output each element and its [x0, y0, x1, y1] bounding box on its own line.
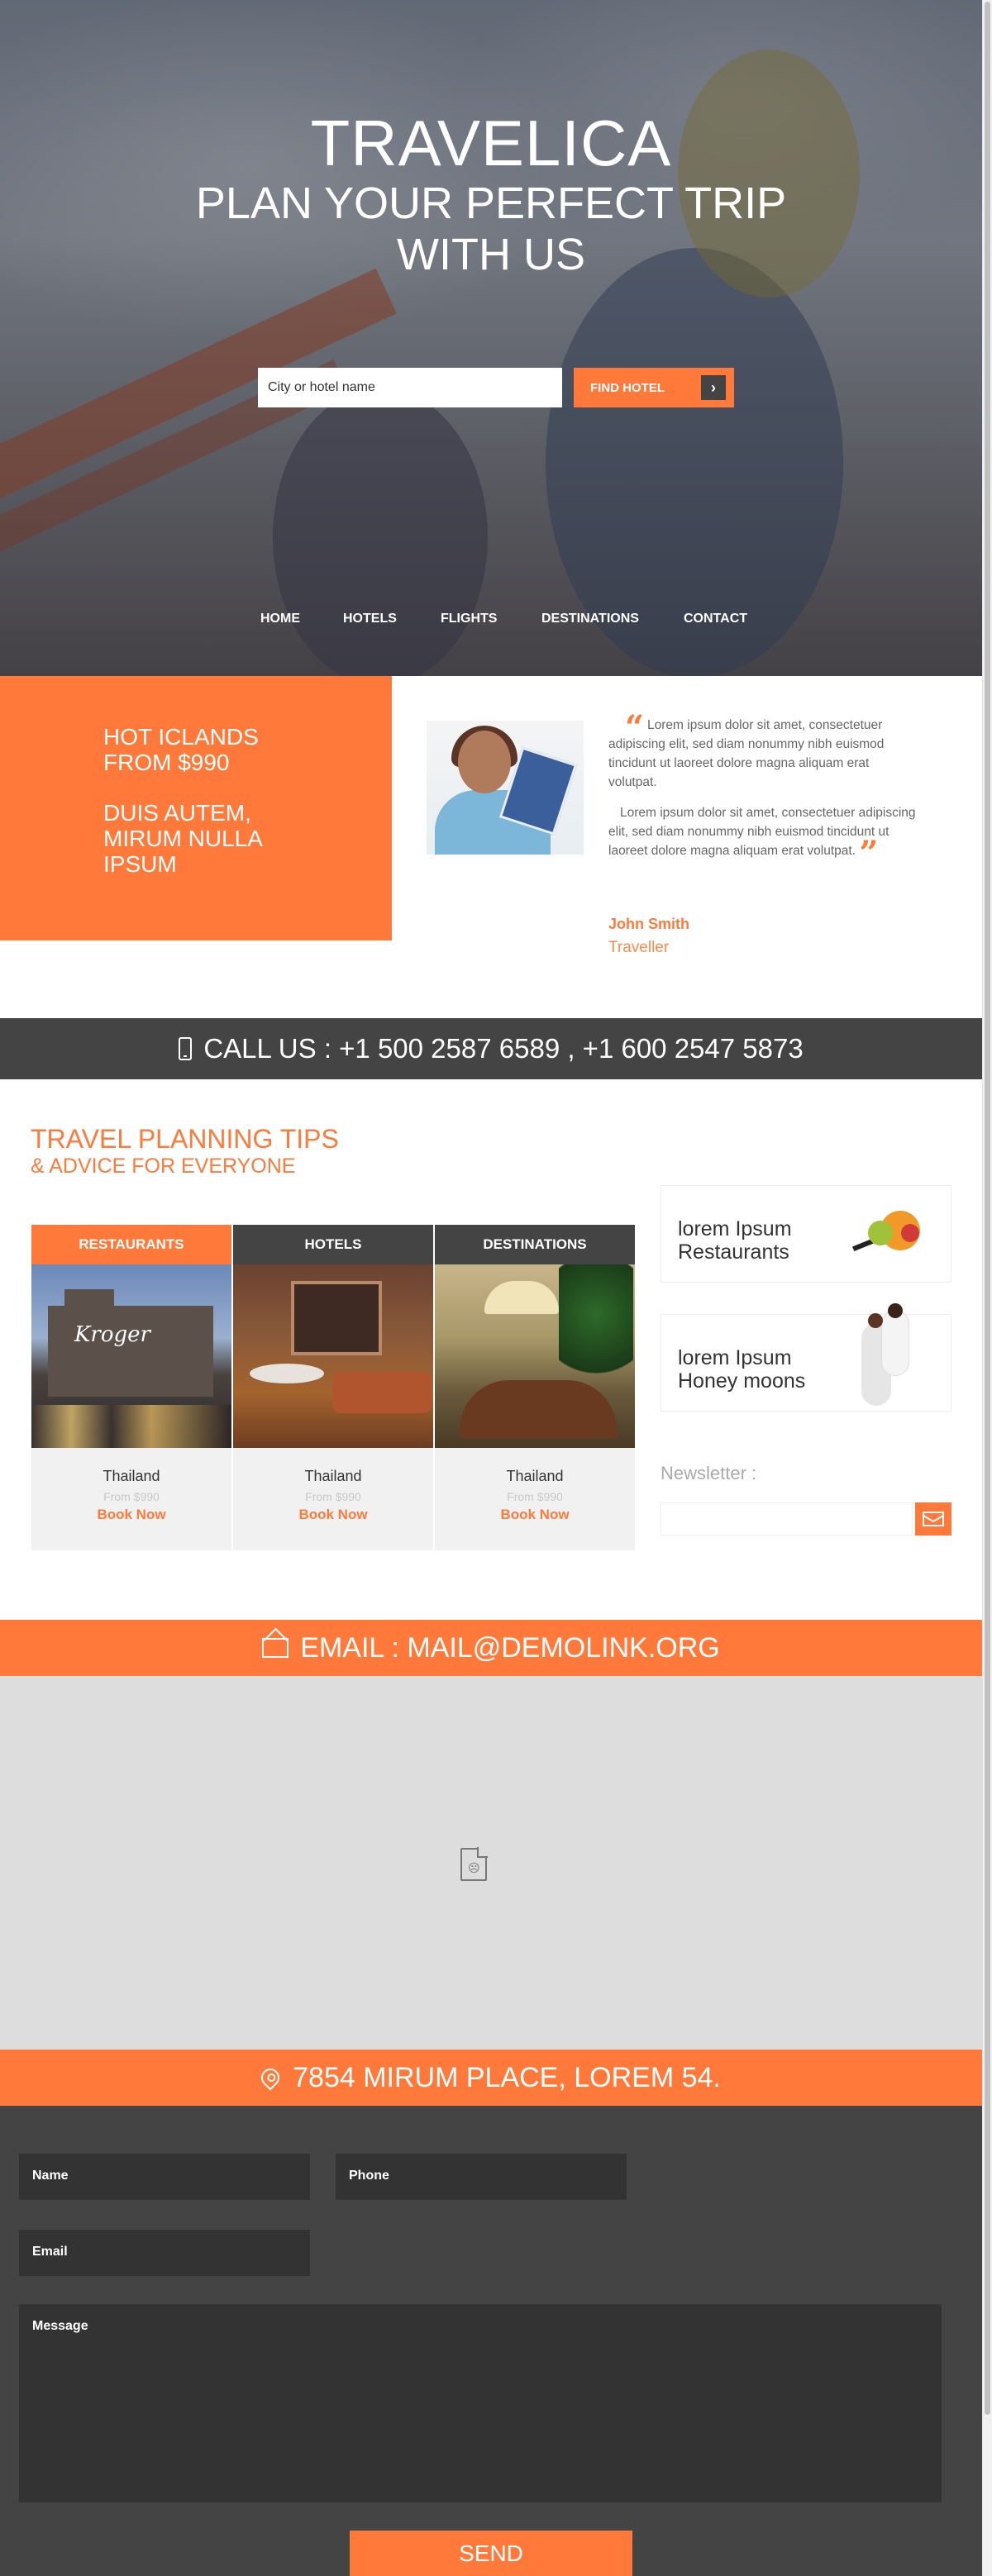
nav-contact[interactable]: CONTACT [684, 612, 747, 626]
map-pin-icon [257, 2064, 284, 2091]
testimonial-author: John Smith [608, 916, 689, 932]
card-price: From $990 [507, 1490, 563, 1503]
card-place: Thailand [304, 1468, 362, 1484]
sidebar-box-label: lorem Ipsum Honey moons [678, 1346, 806, 1393]
couple-image [853, 1303, 919, 1414]
tips-subtitle: & ADVICE FOR EVERYONE [31, 1155, 296, 1178]
call-us-text: CALL US : +1 500 2587 6589 , +1 600 2547… [203, 1033, 804, 1064]
address-bar: 7854 MIRUM PLACE, LOREM 54. [0, 2050, 982, 2106]
promo-offer-panel: HOT ICLANDS FROM $990 DUIS AUTEM, MIRUM … [0, 676, 392, 940]
book-now-link[interactable]: Book Now [233, 1507, 433, 1523]
newsletter-label: Newsletter : [661, 1463, 757, 1483]
email-bar: EMAIL : MAIL@DEMOLINK.ORG [0, 1620, 982, 1676]
card-place: Thailand [103, 1468, 160, 1484]
open-envelope-icon [262, 1638, 289, 1658]
quote-close-icon: ” [859, 834, 879, 873]
phone-field[interactable]: Phone [336, 2154, 627, 2200]
tab-hotels[interactable]: HOTELS [233, 1225, 433, 1264]
scrollbar-thumb[interactable] [985, 2, 990, 2415]
offer-line-2: DUIS AUTEM, MIRUM NULLA IPSUM [103, 800, 262, 877]
nav-hotels[interactable]: HOTELS [343, 612, 397, 626]
phone-icon [179, 1037, 193, 1060]
find-hotel-label: FIND HOTEL [590, 380, 665, 395]
sidebar-restaurants-box[interactable]: lorem Ipsum Restaurants [661, 1185, 951, 1283]
broken-document-icon: ☹ [460, 1847, 488, 1881]
offer-line-1: HOT ICLANDS FROM $990 [103, 724, 259, 775]
address-text: 7854 MIRUM PLACE, LOREM 54. [293, 2061, 721, 2093]
nav-flights[interactable]: FLIGHTS [441, 612, 497, 626]
nav-destinations[interactable]: DESTINATIONS [541, 612, 639, 626]
nav-home[interactable]: HOME [260, 612, 300, 626]
card-hotels: HOTELS Thailand From $990 Book Now [233, 1225, 433, 1550]
tab-destinations[interactable]: DESTINATIONS [435, 1225, 635, 1264]
book-now-link[interactable]: Book Now [435, 1507, 635, 1523]
quote-text-1: Lorem ipsum dolor sit amet, consectetuer… [608, 718, 885, 789]
call-us-bar: CALL US : +1 500 2587 6589 , +1 600 2547… [0, 1018, 982, 1079]
testimonial-role: Traveller [608, 939, 670, 956]
testimonial-quote: “Lorem ipsum dolor sit amet, consectetue… [608, 712, 916, 870]
card-place: Thailand [506, 1468, 564, 1484]
find-hotel-button[interactable]: FIND HOTEL › [574, 368, 734, 407]
destination-image [435, 1264, 635, 1448]
chevron-right-icon: › [701, 375, 726, 400]
hero-banner: TRAVELICA PLAN YOUR PERFECT TRIP WITH US… [0, 0, 982, 676]
name-field[interactable]: Name [19, 2154, 310, 2200]
sidebar-honeymoons-box[interactable]: lorem Ipsum Honey moons [661, 1303, 951, 1412]
card-restaurants: RESTAURANTS Kroger Thailand From $990 Bo… [31, 1225, 231, 1550]
book-now-link[interactable]: Book Now [31, 1507, 231, 1523]
tips-title: TRAVEL PLANNING TIPS [31, 1124, 339, 1154]
tips-cards: RESTAURANTS Kroger Thailand From $990 Bo… [31, 1225, 635, 1550]
email-text: EMAIL : MAIL@DEMOLINK.ORG [300, 1631, 720, 1664]
store-sign: Kroger [74, 1322, 150, 1347]
contact-form: Name Phone Email Message SEND [0, 2106, 982, 2576]
page-scrollbar[interactable] [982, 0, 992, 2576]
card-price: From $990 [305, 1490, 361, 1503]
fruit-image [851, 1204, 926, 1264]
hotel-search-input[interactable] [258, 368, 562, 407]
newsletter-subscribe-button[interactable] [915, 1502, 951, 1536]
map-embed[interactable]: ☹ [0, 1676, 982, 2050]
hero-overlay [0, 0, 982, 676]
card-destinations: DESTINATIONS Thailand From $990 Book Now [435, 1225, 635, 1550]
site-title: TRAVELICA [310, 107, 672, 179]
hero-subtitle: PLAN YOUR PERFECT TRIP WITH US [195, 179, 787, 279]
send-button[interactable]: SEND [350, 2531, 632, 2576]
sidebar-box-label: lorem Ipsum Restaurants [678, 1217, 792, 1264]
tab-restaurants[interactable]: RESTAURANTS [31, 1225, 231, 1264]
newsletter-email-input[interactable] [661, 1502, 913, 1536]
testimonial-photo [427, 721, 584, 855]
email-field[interactable]: Email [19, 2230, 310, 2276]
envelope-icon [923, 1512, 944, 1526]
restaurant-image: Kroger [31, 1264, 231, 1448]
hotel-image [233, 1264, 433, 1448]
message-field[interactable]: Message [19, 2304, 942, 2502]
card-price: From $990 [103, 1490, 160, 1503]
